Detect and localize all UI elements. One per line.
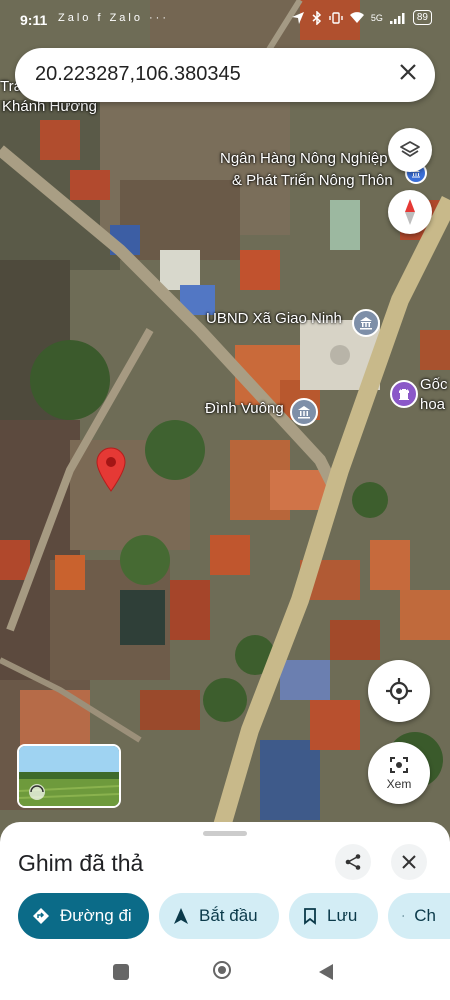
bluetooth-icon bbox=[312, 10, 321, 25]
map-label-dinh-vuong[interactable]: Đình Vuông bbox=[205, 400, 284, 417]
notification-icons: Zalo f Zalo ··· bbox=[58, 12, 170, 24]
directions-icon bbox=[33, 908, 49, 924]
government-icon[interactable] bbox=[352, 309, 380, 337]
share-chip[interactable]: Ch bbox=[388, 893, 450, 939]
start-label: Bắt đầu bbox=[199, 906, 258, 925]
close-icon bbox=[402, 855, 416, 869]
lens-label: Xem bbox=[386, 777, 412, 791]
signal-label: 5G bbox=[370, 12, 383, 23]
save-chip[interactable]: Lưu bbox=[289, 893, 378, 939]
start-chip[interactable]: Bắt đầu bbox=[159, 893, 279, 939]
monument-icon[interactable] bbox=[290, 398, 318, 426]
map-label-hoa[interactable]: hoa bbox=[420, 396, 445, 413]
lens-icon bbox=[390, 757, 408, 773]
street-view-thumbnail[interactable] bbox=[17, 744, 121, 808]
home-icon[interactable] bbox=[213, 961, 231, 979]
map-label-goc[interactable]: Gốc bbox=[420, 376, 448, 393]
layers-button[interactable] bbox=[388, 128, 432, 172]
wifi-icon bbox=[349, 11, 364, 23]
close-sheet-button[interactable] bbox=[391, 844, 427, 880]
search-query[interactable]: 20.223287,106.380345 bbox=[35, 63, 241, 86]
share-icon bbox=[345, 854, 361, 870]
street-view-image bbox=[19, 746, 119, 806]
my-location-icon bbox=[386, 678, 412, 704]
map-label-bank-line1[interactable]: Ngân Hàng Nông Nghiệp bbox=[220, 150, 388, 167]
sheet-drag-handle[interactable] bbox=[203, 831, 247, 836]
save-label: Lưu bbox=[327, 906, 358, 925]
share-label: Ch bbox=[414, 906, 436, 925]
battery-indicator: 89 bbox=[412, 10, 432, 25]
vibrate-icon bbox=[329, 11, 343, 24]
share-icon bbox=[402, 915, 405, 917]
system-nav-bar bbox=[0, 946, 450, 1000]
lens-button[interactable]: Xem bbox=[368, 742, 430, 804]
compass-icon bbox=[405, 199, 415, 225]
signal-icon bbox=[389, 12, 405, 24]
directions-label: Đường đi bbox=[60, 906, 132, 925]
status-right: 5G 89 bbox=[291, 10, 432, 25]
back-icon[interactable] bbox=[318, 963, 334, 981]
map-label-ubnd[interactable]: UBND Xã Giao Ninh bbox=[206, 310, 342, 327]
share-button[interactable] bbox=[335, 844, 371, 880]
my-location-button[interactable] bbox=[368, 660, 430, 722]
navigation-icon bbox=[174, 908, 188, 924]
status-time: 9:11 bbox=[20, 12, 48, 28]
recents-icon[interactable] bbox=[113, 964, 129, 980]
landmark-icon[interactable] bbox=[390, 380, 418, 408]
layers-icon bbox=[400, 141, 420, 157]
dropped-pin-icon[interactable] bbox=[94, 446, 128, 492]
bookmark-icon bbox=[304, 908, 316, 925]
directions-chip[interactable]: Đường đi bbox=[18, 893, 149, 939]
location-icon bbox=[291, 11, 304, 24]
compass-button[interactable] bbox=[388, 190, 432, 234]
map-label-bank-line2[interactable]: & Phát Triển Nông Thôn bbox=[232, 172, 393, 189]
place-title: Ghim đã thả bbox=[18, 850, 144, 876]
status-bar: 9:11 Zalo f Zalo ··· 5G 89 bbox=[0, 0, 450, 40]
search-bar[interactable]: 20.223287,106.380345 bbox=[15, 48, 435, 102]
close-icon[interactable] bbox=[399, 60, 417, 88]
